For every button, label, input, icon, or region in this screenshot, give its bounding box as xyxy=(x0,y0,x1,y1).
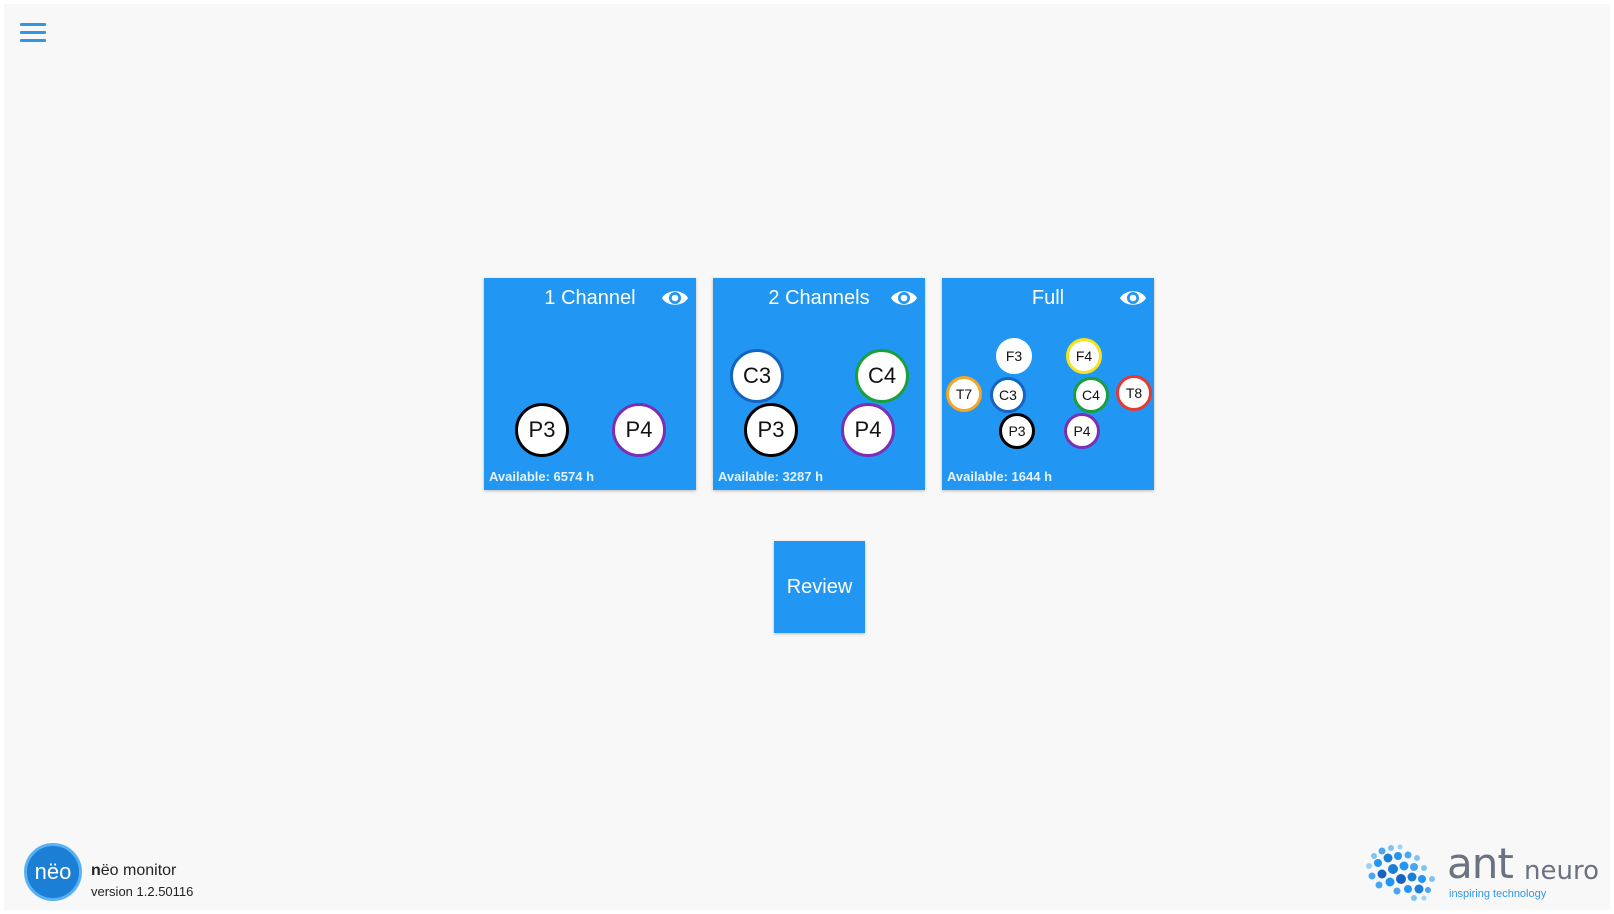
electrode-p4: P4 xyxy=(841,403,895,457)
electrode-f4: F4 xyxy=(1066,338,1102,374)
electrode-p3: P3 xyxy=(999,413,1035,449)
montage-card-1-channel[interactable]: 1 Channel P3 P4 Available: 6574 h xyxy=(484,278,696,490)
montage-card-full[interactable]: Full F3 F4 T7 C3 C4 T8 P3 P4 Available: … xyxy=(942,278,1154,490)
electrode-t7: T7 xyxy=(946,376,982,412)
electrode-f3: F3 xyxy=(996,338,1032,374)
montage-card-2-channels[interactable]: 2 Channels C3 C4 P3 P4 Available: 3287 h xyxy=(713,278,925,490)
electrode-c4: C4 xyxy=(855,349,909,403)
neo-logo: nëo xyxy=(24,843,82,901)
brand-neuro: neuro xyxy=(1524,856,1599,886)
electrode-p4: P4 xyxy=(1064,413,1100,449)
review-button[interactable]: Review xyxy=(774,541,865,633)
app-name-bold: n xyxy=(91,862,101,879)
available-hours: Available: 1644 h xyxy=(947,469,1053,484)
electrode-p3: P3 xyxy=(515,403,569,457)
eye-icon[interactable] xyxy=(1118,286,1148,310)
electrode-c4: C4 xyxy=(1073,377,1109,413)
electrode-p3: P3 xyxy=(744,403,798,457)
ant-neuro-brain-logo xyxy=(1366,844,1435,901)
available-hours: Available: 6574 h xyxy=(489,469,595,484)
electrode-p4: P4 xyxy=(612,403,666,457)
app-name-rest: ëo monitor xyxy=(100,862,177,879)
electrode-c3: C3 xyxy=(730,349,784,403)
app-name: nëo monitor xyxy=(91,862,176,880)
electrode-c3: C3 xyxy=(990,377,1026,413)
brand-tagline: inspiring technology xyxy=(1449,888,1547,900)
eye-icon[interactable] xyxy=(889,286,919,310)
app-version: version 1.2.50116 xyxy=(91,884,194,899)
electrode-t8: T8 xyxy=(1116,375,1152,411)
available-hours: Available: 3287 h xyxy=(718,469,824,484)
eye-icon[interactable] xyxy=(660,286,690,310)
brand-ant: ant xyxy=(1447,839,1514,888)
hamburger-menu-icon[interactable] xyxy=(20,23,46,43)
